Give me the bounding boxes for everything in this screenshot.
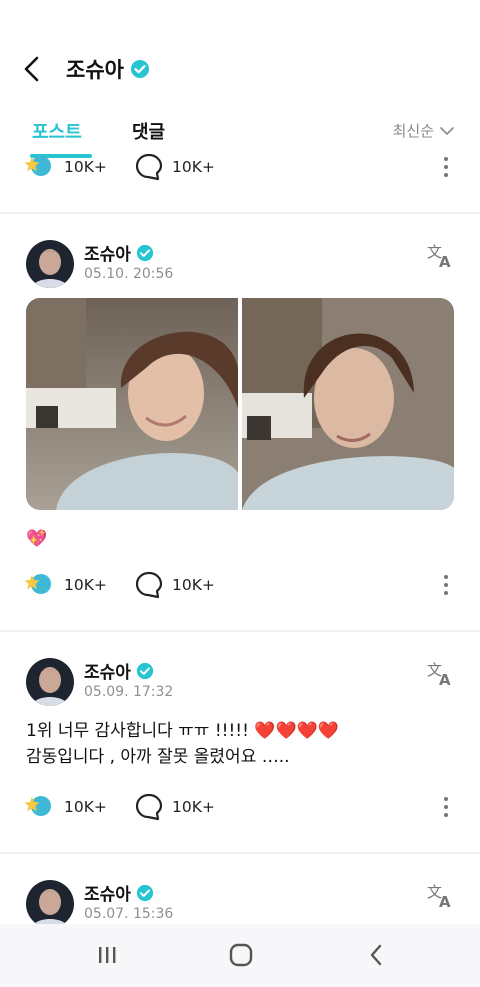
like-button[interactable]: 10K+ — [24, 570, 134, 600]
comment-button[interactable]: 10K+ — [134, 792, 215, 822]
verified-badge-icon — [136, 244, 154, 261]
like-button[interactable]: 10K+ — [24, 152, 134, 182]
translate-icon[interactable]: 文 A — [426, 880, 456, 910]
post-text: 💖 — [26, 529, 48, 549]
translate-icon[interactable]: 文 A — [426, 240, 456, 270]
post-divider — [0, 852, 480, 854]
sort-label: 최신순 — [392, 122, 434, 140]
comment-bubble-icon — [135, 571, 163, 599]
avatar[interactable] — [26, 880, 74, 928]
svg-text:A: A — [439, 893, 451, 910]
comment-count: 10K+ — [172, 798, 215, 816]
post-text: 1위 너무 감사합니다 ㅠㅠ !!!!! ❤️❤️❤️❤️ 감동입니다 , 아까… — [26, 718, 339, 770]
post-text-line: 감동입니다 , 아까 잘못 올렸어요 ….. — [26, 747, 290, 767]
avatar[interactable] — [26, 240, 74, 288]
verified-badge-icon — [130, 60, 149, 78]
back-arrow-icon[interactable] — [18, 54, 48, 84]
page-title: 조슈아 — [66, 58, 124, 82]
more-options-icon[interactable] — [436, 570, 456, 600]
post-text-line: 1위 너무 감사합니다 ㅠㅠ !!!!! ❤️❤️❤️❤️ — [26, 721, 339, 741]
comment-button[interactable]: 10K+ — [134, 152, 215, 182]
post-photo[interactable] — [26, 298, 238, 510]
verified-badge-icon — [136, 662, 154, 679]
comment-count: 10K+ — [172, 576, 215, 594]
post-photo[interactable] — [242, 298, 454, 510]
sort-dropdown[interactable]: 최신순 — [393, 120, 456, 141]
author-name-group[interactable]: 조슈아 — [84, 880, 154, 905]
like-count: 10K+ — [64, 798, 107, 816]
system-back-icon[interactable] — [362, 940, 392, 970]
page-title-group: 조슈아 — [66, 54, 150, 84]
post-date: 05.10. 20:56 — [84, 266, 174, 282]
comment-bubble-icon — [135, 153, 163, 181]
post-photos — [26, 298, 454, 510]
author-name-group[interactable]: 조슈아 — [84, 240, 154, 265]
author-name-group[interactable]: 조슈아 — [84, 658, 154, 683]
post-date: 05.07. 15:36 — [84, 906, 174, 922]
author-name: 조슈아 — [84, 885, 131, 905]
verified-badge-icon — [136, 884, 154, 901]
like-count: 10K+ — [64, 158, 107, 176]
more-options-icon[interactable] — [436, 152, 456, 182]
comment-button[interactable]: 10K+ — [134, 570, 215, 600]
avatar[interactable] — [26, 658, 74, 706]
tab-comments[interactable]: 댓글 — [132, 118, 165, 144]
svg-text:A: A — [439, 253, 451, 270]
recent-apps-icon[interactable] — [92, 940, 122, 970]
comment-count: 10K+ — [172, 158, 215, 176]
svg-text:A: A — [439, 671, 451, 688]
tab-posts[interactable]: 포스트 — [32, 118, 82, 144]
author-name: 조슈아 — [84, 663, 131, 683]
more-options-icon[interactable] — [436, 792, 456, 822]
app-header: 조슈아 — [0, 0, 480, 110]
system-navigation-bar — [0, 924, 480, 987]
home-icon[interactable] — [226, 940, 256, 970]
post-date: 05.09. 17:32 — [84, 684, 174, 700]
chevron-down-icon — [440, 126, 454, 135]
post-actions: 10K+ 10K+ — [24, 570, 464, 600]
comment-bubble-icon — [135, 793, 163, 821]
like-count: 10K+ — [64, 576, 107, 594]
post-header: 조슈아 05.10. 20:56 文 A — [26, 240, 466, 290]
translate-icon[interactable]: 文 A — [426, 658, 456, 688]
author-name: 조슈아 — [84, 245, 131, 265]
fan-like-icon — [24, 574, 51, 594]
post-header: 조슈아 05.09. 17:32 文 A — [26, 658, 466, 708]
like-button[interactable]: 10K+ — [24, 792, 134, 822]
post-header: 조슈아 05.07. 15:36 文 A — [26, 880, 466, 930]
fan-like-icon — [24, 796, 51, 816]
post-divider — [0, 630, 480, 632]
post-actions: 10K+ 10K+ — [24, 792, 464, 822]
fan-like-icon — [24, 156, 51, 176]
post-actions: 10K+ 10K+ — [24, 152, 464, 182]
post-divider — [0, 212, 480, 214]
